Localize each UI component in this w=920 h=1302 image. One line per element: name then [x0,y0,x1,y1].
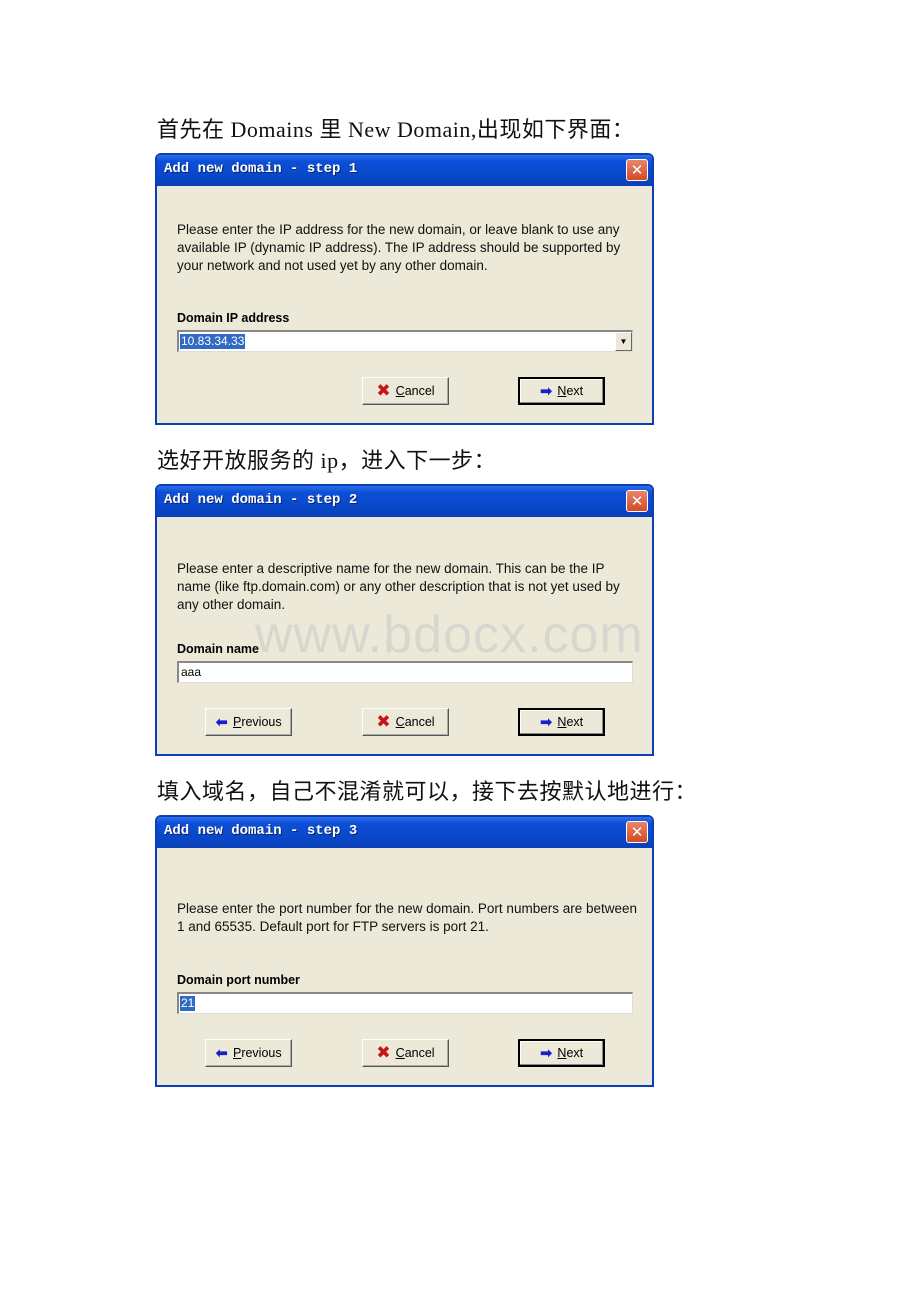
close-button[interactable]: ✕ [626,490,648,512]
title-bar[interactable]: Add new domain - step 1 ✕ [157,155,652,186]
previous-button[interactable]: ⬅ Previous [205,708,292,736]
dialog-description: Please enter the port number for the new… [177,901,638,934]
arrow-left-icon: ⬅ [215,712,228,731]
instruction-text-1: 首先在 Domains 里 New Domain,出现如下界面： [157,117,635,142]
close-button[interactable]: ✕ [626,159,648,181]
chevron-down-icon: ▼ [619,337,628,346]
next-button[interactable]: ➡ Next [518,708,605,736]
close-button[interactable]: ✕ [626,821,648,843]
next-label: Next [557,715,584,729]
domain-port-value: 21 [180,996,196,1011]
cancel-label: Cancel [395,715,435,729]
dialog-title: Add new domain - step 3 [164,823,358,839]
cancel-button[interactable]: ✖ Cancel [362,708,449,736]
close-icon: ✕ [630,823,644,841]
domain-ip-combobox[interactable]: 10.83.34.33 ▼ [177,330,633,352]
dropdown-button[interactable]: ▼ [615,332,632,351]
title-bar[interactable]: Add new domain - step 2 ✕ [157,486,652,517]
field-label: Domain port number [177,973,300,987]
add-domain-dialog-step-2: Add new domain - step 2 ✕ Please enter a… [155,484,654,756]
x-icon: ✖ [376,380,391,401]
add-domain-dialog-step-3: Add new domain - step 3 ✕ Please enter t… [155,815,654,1087]
previous-label: Previous [232,1046,282,1060]
dialog-description: Please enter the IP address for the new … [177,222,621,273]
cancel-label: Cancel [395,1046,435,1060]
next-label: Next [557,1046,584,1060]
cancel-button[interactable]: ✖ Cancel [362,1039,449,1067]
instruction-text-2: 选好开放服务的 ip，进入下一步： [157,448,497,473]
arrow-right-icon: ➡ [539,712,553,731]
instruction-text-3: 填入域名，自己不混淆就可以，接下去按默认地进行： [157,779,698,804]
field-label: Domain IP address [177,311,290,325]
close-icon: ✕ [630,161,644,179]
x-icon: ✖ [376,1042,391,1063]
arrow-right-icon: ➡ [539,381,553,400]
x-icon: ✖ [376,711,391,732]
domain-port-input[interactable]: 21 [177,992,633,1014]
cancel-label: Cancel [395,384,435,398]
previous-button[interactable]: ⬅ Previous [205,1039,292,1067]
domain-name-input[interactable]: aaa [177,661,633,683]
dialog-title: Add new domain - step 1 [164,161,358,177]
arrow-right-icon: ➡ [539,1043,553,1062]
domain-ip-value: 10.83.34.33 [180,334,246,349]
next-label: Next [557,384,584,398]
domain-name-value: aaa [181,665,202,679]
previous-label: Previous [232,715,282,729]
cancel-button[interactable]: ✖ Cancel [362,377,449,405]
field-label: Domain name [177,642,259,656]
next-button[interactable]: ➡ Next [518,377,605,405]
dialog-title: Add new domain - step 2 [164,492,358,508]
dialog-description: Please enter a descriptive name for the … [177,561,620,612]
next-button[interactable]: ➡ Next [518,1039,605,1067]
close-icon: ✕ [630,492,644,510]
add-domain-dialog-step-1: Add new domain - step 1 ✕ Please enter t… [155,153,654,425]
arrow-left-icon: ⬅ [215,1043,228,1062]
title-bar[interactable]: Add new domain - step 3 ✕ [157,817,652,848]
